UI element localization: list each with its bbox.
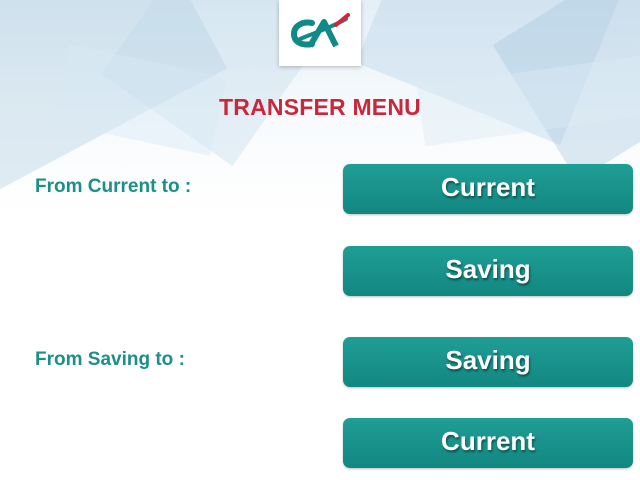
saving-to-current-button[interactable]: Current [343,418,633,468]
button-label: Saving [445,253,531,284]
background [0,0,640,480]
button-label: Current [441,171,535,202]
button-label: Saving [445,344,531,375]
from-current-label: From Current to : [35,176,192,197]
saving-to-saving-button[interactable]: Saving [343,337,633,387]
bank-logo [279,0,361,66]
button-label: Current [441,425,535,456]
credit-agricole-logo-icon [290,13,350,48]
from-saving-label: From Saving to : [35,349,185,370]
current-to-saving-button[interactable]: Saving [343,246,633,296]
current-to-current-button[interactable]: Current [343,164,633,214]
page-title: TRANSFER MENU [219,94,421,120]
